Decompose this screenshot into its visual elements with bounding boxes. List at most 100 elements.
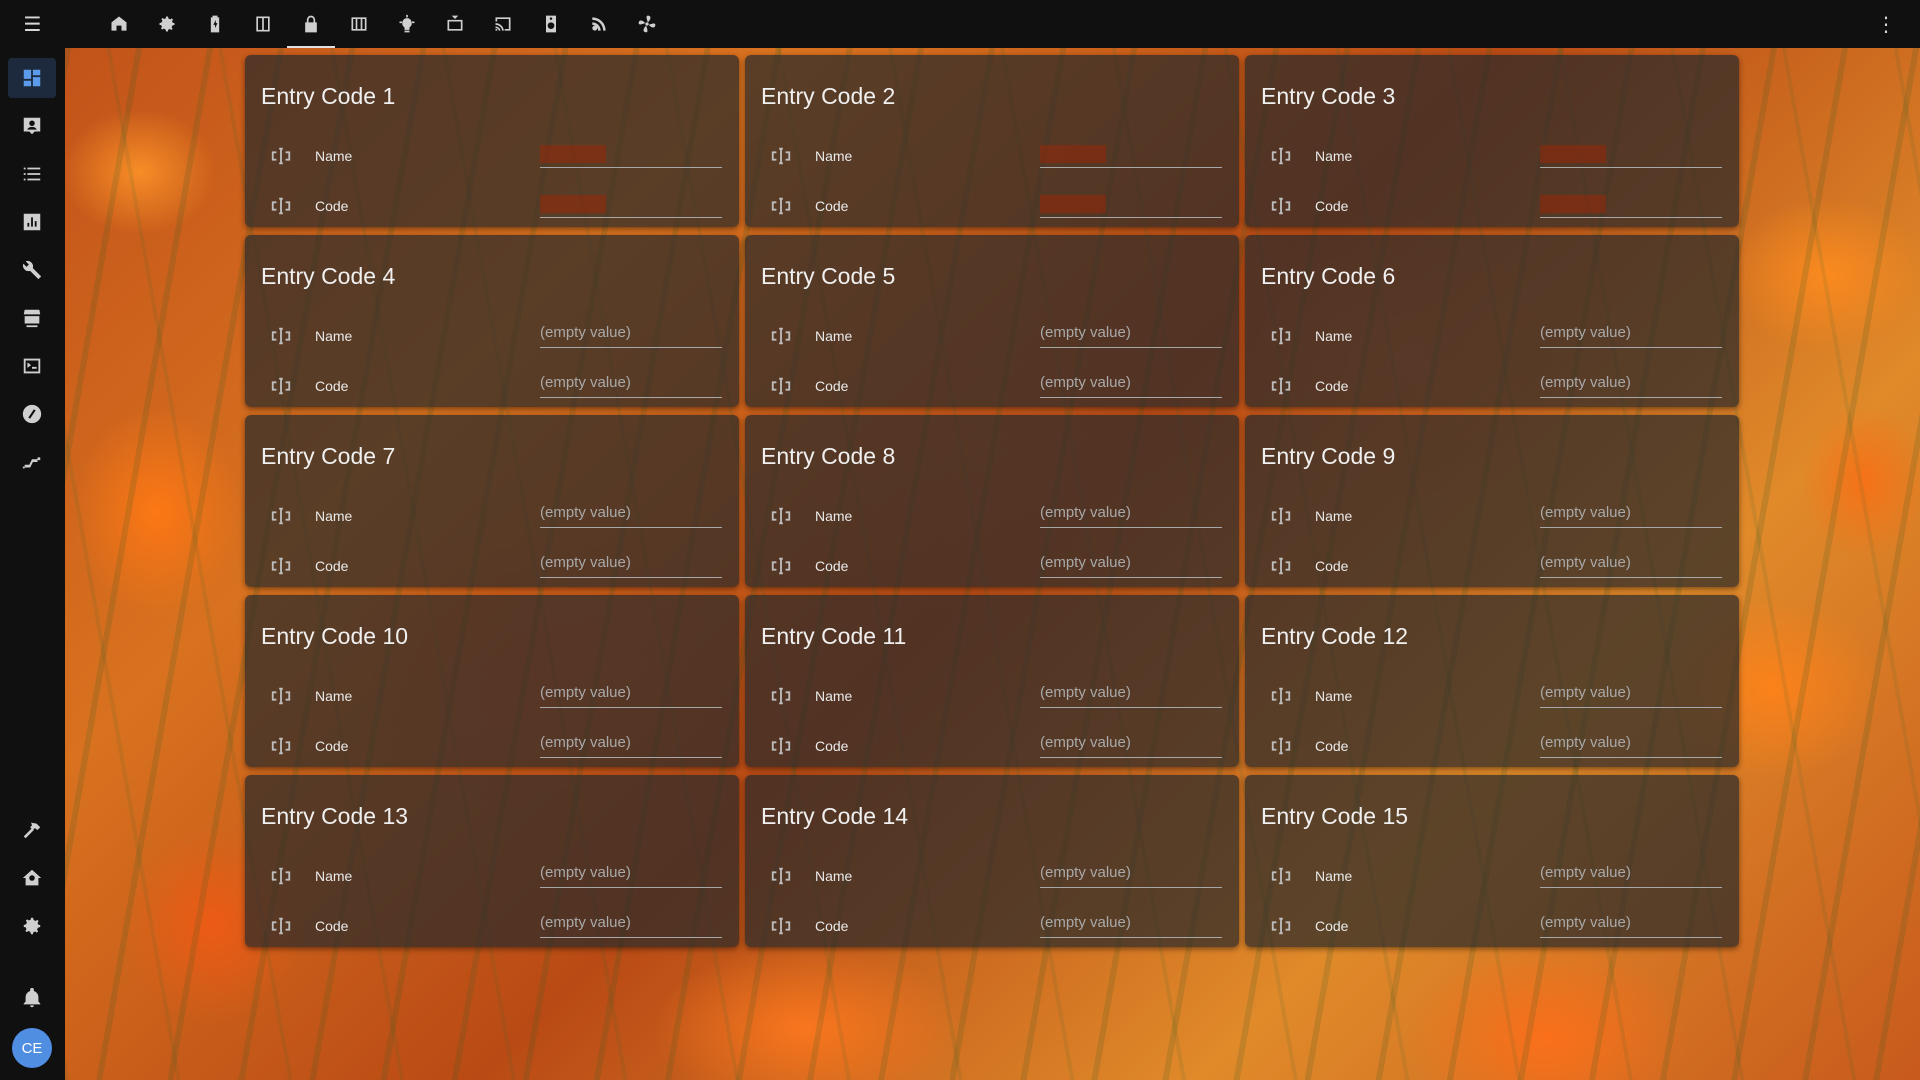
blinds-icon: [351, 17, 367, 31]
name-input[interactable]: (empty value): [540, 682, 722, 708]
sidebar-item-supervisor[interactable]: [8, 858, 56, 898]
code-label: Code: [1315, 198, 1349, 214]
node-red-icon: [22, 457, 41, 469]
form-textbox-icon: [769, 374, 793, 398]
tab-home[interactable]: [95, 0, 143, 48]
avatar[interactable]: CE: [12, 1028, 52, 1068]
name-input[interactable]: (empty value): [1540, 322, 1722, 348]
code-input[interactable]: (empty value): [1040, 732, 1222, 758]
code-input[interactable]: [540, 192, 722, 218]
code-input[interactable]: (empty value): [1540, 552, 1722, 578]
entry-code-card: Entry Code 15 Name (empty value) Code (e…: [1245, 775, 1739, 947]
sidebar-item-node-red[interactable]: [8, 442, 56, 482]
entry-code-card: Entry Code 8 Name (empty value) Code (em…: [745, 415, 1239, 587]
card-title: Entry Code 15: [1261, 803, 1409, 829]
card-title: Entry Code 11: [761, 623, 907, 649]
form-textbox-icon: [1269, 914, 1293, 938]
code-input[interactable]: [1040, 192, 1222, 218]
sidebar-item-hacs[interactable]: [8, 298, 56, 338]
sidebar-item-history[interactable]: [8, 202, 56, 242]
name-input[interactable]: [540, 142, 722, 168]
cog-icon: [159, 16, 175, 32]
name-input[interactable]: (empty value): [1540, 502, 1722, 528]
code-input[interactable]: [1540, 192, 1722, 218]
code-input[interactable]: (empty value): [1040, 912, 1222, 938]
code-label: Code: [1315, 378, 1349, 394]
name-input[interactable]: [1040, 142, 1222, 168]
tab-water-heater[interactable]: [527, 0, 575, 48]
name-row: Name (empty value): [1269, 318, 1722, 354]
card-title: Entry Code 8: [761, 443, 896, 469]
tab-lights[interactable]: [383, 0, 431, 48]
home-icon: [111, 16, 127, 31]
sidebar-item-settings[interactable]: [8, 906, 56, 946]
code-input[interactable]: (empty value): [540, 732, 722, 758]
name-label: Name: [815, 328, 853, 344]
tab-cast[interactable]: [479, 0, 527, 48]
card-title: Entry Code 10: [261, 623, 409, 649]
code-label: Code: [1315, 918, 1349, 934]
tab-blinds[interactable]: [335, 0, 383, 48]
form-textbox-icon: [1269, 194, 1293, 218]
code-row: Code: [269, 188, 722, 224]
name-input[interactable]: (empty value): [1040, 862, 1222, 888]
code-label: Code: [315, 558, 349, 574]
code-input[interactable]: (empty value): [1040, 552, 1222, 578]
tab-media[interactable]: [431, 0, 479, 48]
tab-locks[interactable]: [287, 0, 335, 48]
name-input[interactable]: (empty value): [1540, 682, 1722, 708]
code-input[interactable]: (empty value): [540, 552, 722, 578]
dots-vertical-icon[interactable]: ⋮: [1874, 12, 1898, 36]
code-input[interactable]: (empty value): [540, 372, 722, 398]
tab-fans[interactable]: [623, 0, 671, 48]
form-textbox-icon: [769, 684, 793, 708]
code-input[interactable]: (empty value): [1040, 372, 1222, 398]
name-input[interactable]: (empty value): [540, 502, 722, 528]
card-title: Entry Code 1: [261, 83, 396, 109]
code-row: Code (empty value): [769, 728, 1222, 764]
tab-network[interactable]: [575, 0, 623, 48]
name-input[interactable]: (empty value): [1540, 862, 1722, 888]
name-row: Name: [269, 138, 722, 174]
name-label: Name: [1315, 868, 1353, 884]
form-textbox-icon: [1269, 504, 1293, 528]
tab-doors[interactable]: [239, 0, 287, 48]
name-input[interactable]: (empty value): [540, 322, 722, 348]
sidebar-item-editor[interactable]: [8, 394, 56, 434]
code-label: Code: [315, 378, 349, 394]
name-row: Name (empty value): [1269, 858, 1722, 894]
name-input[interactable]: (empty value): [1040, 322, 1222, 348]
sidebar-item-terminal[interactable]: [8, 346, 56, 386]
code-input[interactable]: (empty value): [1540, 912, 1722, 938]
tab-settings[interactable]: [143, 0, 191, 48]
sidebar-item-map[interactable]: [8, 106, 56, 146]
sidebar-item-overview[interactable]: [8, 58, 56, 98]
tab-battery[interactable]: [191, 0, 239, 48]
form-textbox-icon: [769, 504, 793, 528]
sidebar-item-tools[interactable]: [8, 250, 56, 290]
code-input[interactable]: (empty value): [540, 912, 722, 938]
lightbulb-icon: [399, 14, 415, 33]
code-label: Code: [315, 918, 349, 934]
sidebar: CE: [0, 48, 65, 1080]
name-label: Name: [815, 148, 853, 164]
sidebar-item-developer-tools[interactable]: [8, 810, 56, 850]
form-textbox-icon: [269, 554, 293, 578]
card-title: Entry Code 13: [261, 803, 409, 829]
code-input[interactable]: (empty value): [1540, 372, 1722, 398]
history-icon: [23, 213, 41, 231]
menu-icon[interactable]: ☰: [0, 0, 65, 48]
name-input[interactable]: (empty value): [1040, 502, 1222, 528]
code-input[interactable]: (empty value): [1540, 732, 1722, 758]
sidebar-item-notifications[interactable]: [8, 978, 56, 1018]
code-label: Code: [315, 198, 349, 214]
name-input[interactable]: [1540, 142, 1722, 168]
door-icon: [256, 16, 270, 32]
sidebar-item-logbook[interactable]: [8, 154, 56, 194]
name-label: Name: [1315, 148, 1353, 164]
view-tabs: [95, 0, 671, 48]
code-row: Code (empty value): [269, 548, 722, 584]
code-row: Code (empty value): [1269, 368, 1722, 404]
name-input[interactable]: (empty value): [540, 862, 722, 888]
name-input[interactable]: (empty value): [1040, 682, 1222, 708]
